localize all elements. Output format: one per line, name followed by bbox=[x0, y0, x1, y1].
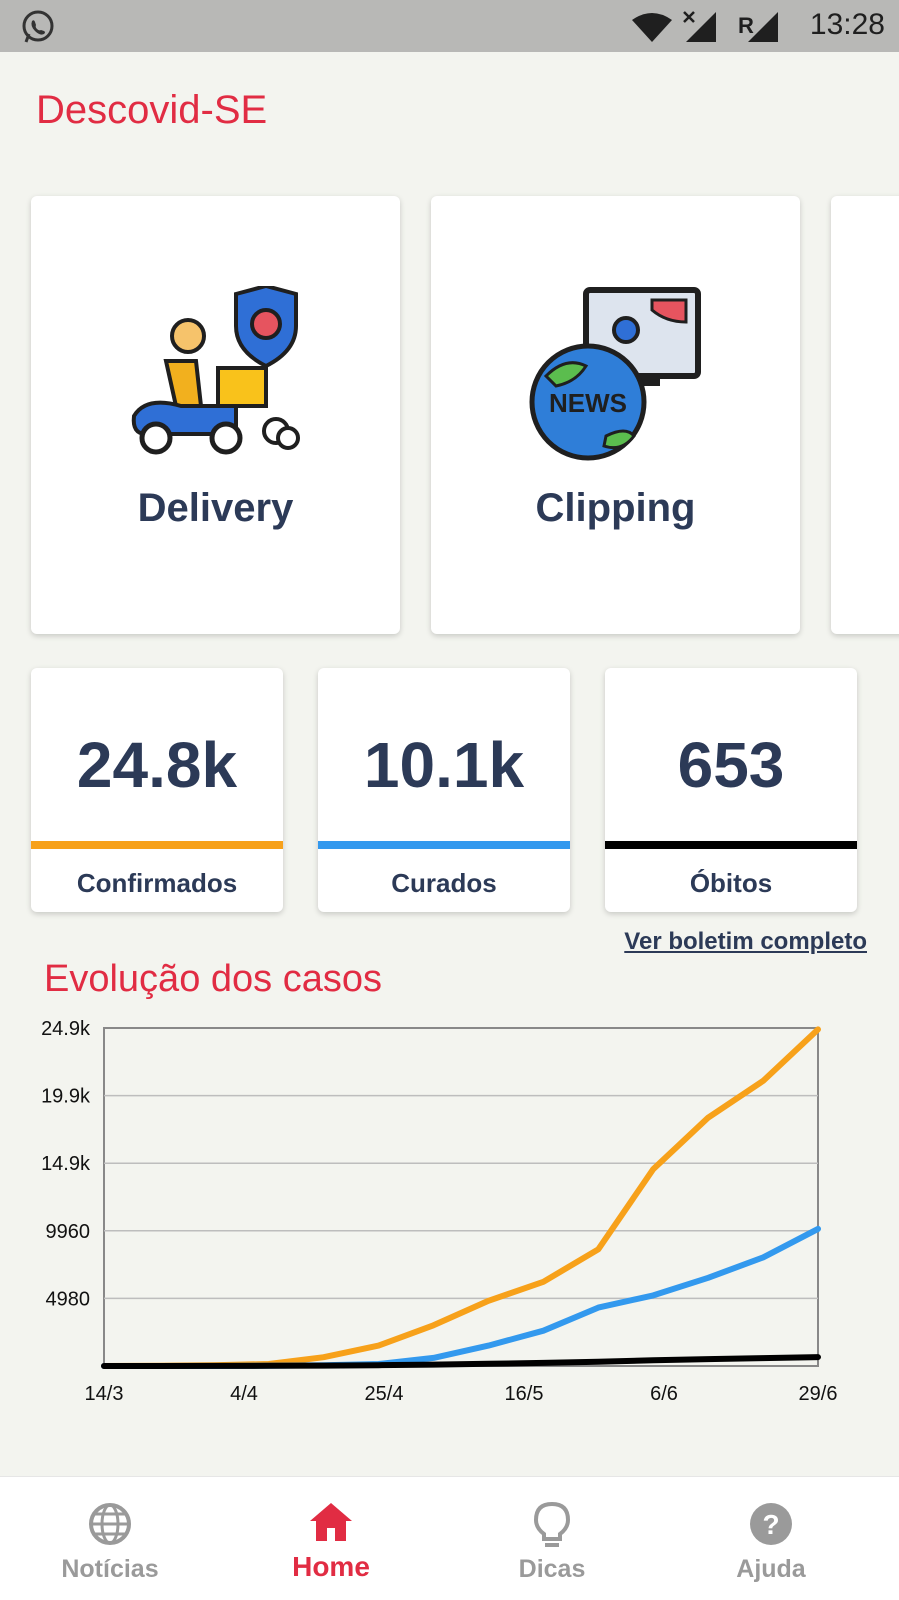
clipping-card[interactable]: NEWS Clipping bbox=[431, 196, 800, 634]
wifi-icon bbox=[632, 13, 672, 42]
x-tick-label: 25/4 bbox=[365, 1383, 404, 1405]
y-tick-label: 14.9k bbox=[41, 1153, 91, 1175]
x-tick-label: 4/4 bbox=[230, 1383, 258, 1405]
help-icon: ? bbox=[750, 1503, 792, 1545]
globe-icon bbox=[89, 1503, 131, 1545]
nav-help-label: Ajuda bbox=[736, 1555, 806, 1583]
y-tick-label: 4980 bbox=[46, 1288, 91, 1310]
bottom-navigation: Notícias Home Dicas ? Ajuda bbox=[0, 1476, 899, 1600]
x-tick-label: 14/3 bbox=[85, 1383, 124, 1405]
series-line-1 bbox=[101, 1225, 821, 1369]
next-feature-card-partial[interactable] bbox=[831, 196, 899, 634]
recovered-color-bar bbox=[318, 841, 570, 849]
y-tick-label: 19.9k bbox=[41, 1086, 91, 1108]
recovered-value: 10.1k bbox=[363, 729, 525, 801]
svg-text:NEWS: NEWS bbox=[549, 388, 627, 418]
nav-news-label: Notícias bbox=[61, 1555, 159, 1583]
home-icon bbox=[310, 1503, 352, 1541]
x-tick-label: 29/6 bbox=[799, 1383, 838, 1405]
svg-text:?: ? bbox=[762, 1509, 779, 1540]
x-tick-label: 16/5 bbox=[505, 1383, 544, 1405]
deaths-color-bar bbox=[605, 841, 857, 849]
news-globe-icon: NEWS bbox=[529, 287, 701, 461]
nav-tips-label: Dicas bbox=[518, 1555, 586, 1583]
confirmed-label: Confirmados bbox=[76, 868, 238, 898]
deaths-value: 653 bbox=[677, 729, 785, 801]
status-time: 13:28 bbox=[809, 8, 885, 41]
cases-evolution-chart: 24.9k 19.9k 14.9k 9960 4980 14/3 4/4 25/4 16/5 6/… bbox=[41, 1020, 838, 1405]
nav-tips[interactable]: Dicas bbox=[467, 1477, 637, 1600]
recovered-label: Curados bbox=[391, 868, 497, 898]
whatsapp-icon bbox=[22, 10, 54, 43]
signal-no-data-icon bbox=[683, 11, 716, 42]
chart-section-title: Evolução dos casos bbox=[44, 958, 382, 1000]
series-line-2 bbox=[101, 1354, 821, 1369]
confirmed-value: 24.8k bbox=[76, 729, 238, 801]
nav-home[interactable]: Home bbox=[246, 1477, 416, 1600]
nav-help[interactable]: ? Ajuda bbox=[686, 1477, 856, 1600]
app-title: Descovid-SE bbox=[36, 88, 268, 132]
y-tick-label: 9960 bbox=[46, 1221, 91, 1243]
stat-card-deaths: 653 Óbitos bbox=[605, 668, 857, 912]
lightbulb-icon bbox=[533, 1501, 571, 1547]
nav-home-label: Home bbox=[292, 1551, 370, 1582]
confirmed-color-bar bbox=[31, 841, 283, 849]
nav-news[interactable]: Notícias bbox=[25, 1477, 195, 1600]
stat-card-confirmed: 24.8k Confirmados bbox=[31, 668, 283, 912]
y-tick-label: 24.9k bbox=[41, 1020, 91, 1040]
clipping-label: Clipping bbox=[535, 486, 696, 530]
series-line-0 bbox=[101, 1026, 821, 1369]
delivery-scooter-icon bbox=[131, 286, 300, 455]
full-bulletin-link[interactable]: Ver boletim completo bbox=[624, 928, 867, 956]
delivery-card[interactable]: Delivery bbox=[31, 196, 400, 634]
signal-icon bbox=[748, 12, 778, 42]
x-tick-label: 6/6 bbox=[650, 1383, 678, 1405]
delivery-label: Delivery bbox=[137, 486, 294, 530]
status-bar: R 13:28 bbox=[0, 0, 899, 52]
deaths-label: Óbitos bbox=[689, 868, 773, 898]
stat-card-recovered: 10.1k Curados bbox=[318, 668, 570, 912]
